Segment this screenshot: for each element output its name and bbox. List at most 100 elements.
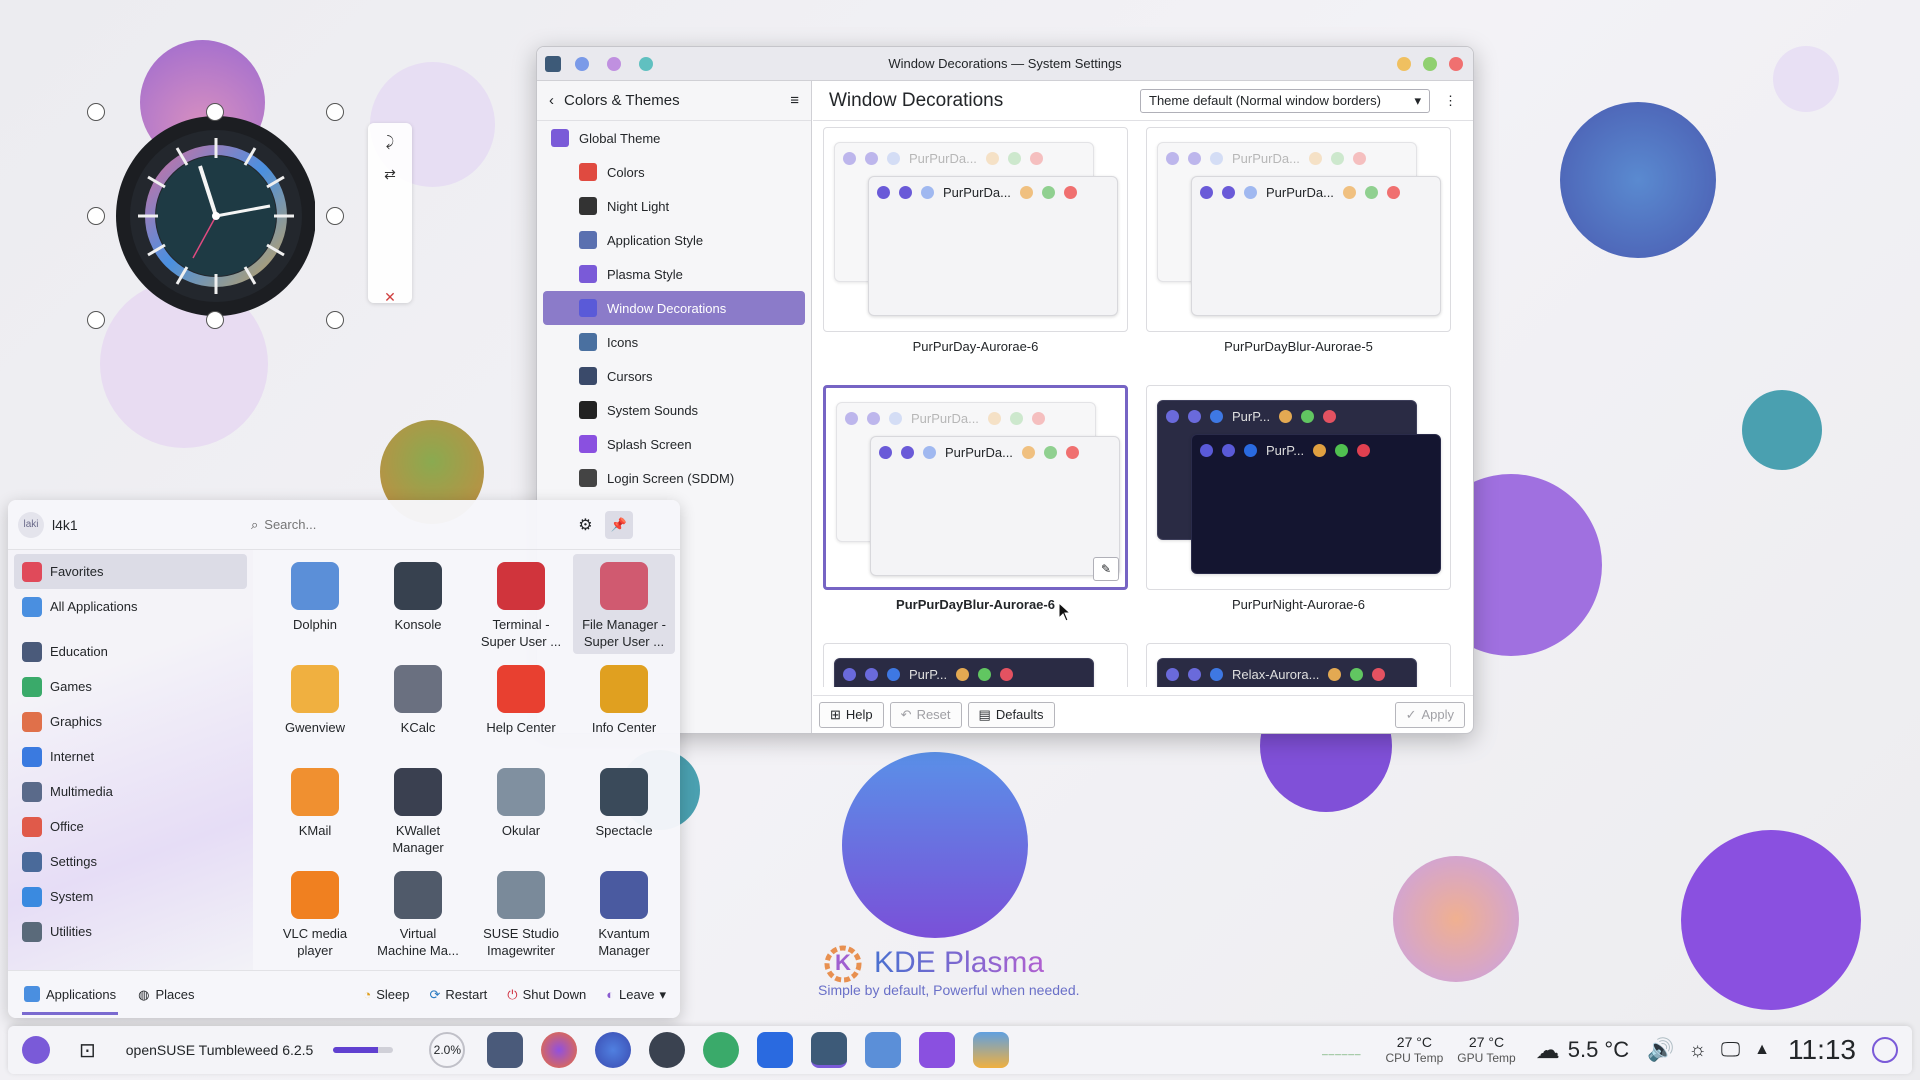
category-office[interactable]: Office [14,809,247,844]
category-internet[interactable]: Internet [14,739,247,774]
decoration-card[interactable]: Relax-Aurora...Relax-Aurora... [1146,643,1451,687]
edit-icon[interactable]: ✎ [1093,557,1119,581]
configure-icon[interactable]: ⇄ [384,166,396,183]
more-options-icon[interactable]: ⋮ [1444,93,1457,109]
window-titlebar[interactable]: Window Decorations — System Settings [537,47,1473,81]
app-dolphin[interactable]: Dolphin [264,554,366,654]
hamburger-menu-icon[interactable]: ≡ [790,92,799,109]
sidebar-item-colors[interactable]: Colors [537,155,811,189]
resize-handle[interactable] [206,103,224,121]
shutdown-button[interactable]: ⏻ Shut Down [507,987,586,1003]
avatar[interactable]: laki [18,511,44,538]
sidebar-item-icons[interactable]: Icons [537,325,811,359]
decoration-card[interactable]: PurPurDa... PurPurDa... ✎ [823,385,1128,590]
system-settings-icon[interactable] [811,1032,848,1068]
tab-places[interactable]: ◍ Places [138,987,194,1003]
sidebar-item-plasma-style[interactable]: Plasma Style [537,257,811,291]
display-config-icon[interactable]: 🖵 [1721,1039,1740,1062]
cpu-temp-sensor[interactable]: 27 °C CPU Temp [1385,1034,1443,1066]
resize-handle[interactable] [326,311,344,329]
defaults-button[interactable]: ▤ Defaults [967,701,1055,728]
app-launcher-icon[interactable] [22,1036,50,1064]
app-help-center[interactable]: Help Center [470,657,572,757]
clock-time[interactable]: 11:13 [1788,1034,1856,1066]
sidebar-item-login-screen-sddm[interactable]: Login Screen (SDDM) [537,461,811,495]
border-size-select[interactable]: Theme default (Normal window borders) ▾ [1140,88,1430,113]
rotate-icon[interactable]: ⤸ [386,133,394,150]
sidebar-item-night-light[interactable]: Night Light [537,189,811,223]
tab-applications[interactable]: Applications [22,974,119,1015]
app-kcalc[interactable]: KCalc [367,657,469,757]
app-konsole[interactable]: Konsole [367,554,469,654]
remove-widget-icon[interactable]: ✕ [384,289,396,306]
sidebar-header[interactable]: ‹ Colors & Themes ≡ [537,81,811,121]
steam-icon[interactable] [649,1032,686,1068]
resize-handle[interactable] [87,207,105,225]
expand-tray-icon[interactable]: ▲ [1754,1041,1770,1059]
pin-icon[interactable]: 📌 [604,510,633,539]
sidebar-item-splash-screen[interactable]: Splash Screen [537,427,811,461]
brightness-icon[interactable]: ☼ [1689,1039,1707,1062]
app-virtual[interactable]: Virtual Machine Ma... [367,863,469,963]
reset-button[interactable]: ↶ Reset [889,701,962,728]
category-graphics[interactable]: Graphics [14,704,247,739]
weather-icon[interactable]: ☁ [1536,1036,1560,1065]
resize-handle[interactable] [87,311,105,329]
app-spectacle[interactable]: Spectacle [573,760,675,860]
minimize-icon[interactable] [1397,56,1411,71]
category-system[interactable]: System [14,879,247,914]
resize-handle[interactable] [326,207,344,225]
category-education[interactable]: Education [14,634,247,669]
category-multimedia[interactable]: Multimedia [14,774,247,809]
app-kmail[interactable]: KMail [264,760,366,860]
resize-handle[interactable] [326,103,344,121]
thunderbird-icon[interactable] [595,1032,632,1068]
app-vlc-media[interactable]: VLC media player [264,863,366,963]
cpu-load-monitor[interactable]: 2.0% [429,1032,466,1068]
app-terminal[interactable]: Terminal - Super User ... [470,554,572,654]
decoration-card[interactable]: PurP...PurP... [823,643,1128,687]
help-button[interactable]: ⊞ Help [819,701,884,728]
restart-button[interactable]: ⟳ Restart [429,987,487,1003]
app-file-manager[interactable]: File Manager - Super User ... [573,554,675,654]
app-okular[interactable]: Okular [470,760,572,860]
system-monitor-icon[interactable] [487,1032,524,1068]
resize-handle[interactable] [87,103,105,121]
category-favorites[interactable]: Favorites [14,554,247,589]
fedora-media-writer-icon[interactable] [919,1032,956,1068]
decoration-card[interactable]: PurPurDa... PurPurDa... [823,127,1128,332]
gpu-temp-sensor[interactable]: 27 °C GPU Temp [1457,1034,1515,1066]
apply-button[interactable]: ✓ Apply [1394,701,1465,728]
configure-icon[interactable]: ⚙ [578,515,592,535]
lutris-icon[interactable] [703,1032,740,1068]
category-utilities[interactable]: Utilities [14,914,247,949]
category-settings[interactable]: Settings [14,844,247,879]
peek-desktop-icon[interactable] [1872,1037,1898,1063]
maximize-icon[interactable] [1423,56,1437,71]
app-info-center[interactable]: Info Center [573,657,675,757]
dolphin-icon[interactable] [865,1032,902,1068]
firefox-icon[interactable] [541,1032,578,1068]
gwenview-icon[interactable] [973,1032,1010,1068]
sidebar-item-window-decorations[interactable]: Window Decorations [543,291,805,325]
back-icon[interactable]: ‹ [549,92,554,109]
decoration-card[interactable]: PurP...PurP... [1146,385,1451,590]
weather-value[interactable]: 5.5 °C [1568,1037,1629,1063]
leave-button[interactable]: ◐ Leave ▾ [606,987,666,1003]
discover-icon[interactable] [757,1032,794,1068]
decoration-card[interactable]: PurPurDa... PurPurDa... [1146,127,1451,332]
app-kwallet[interactable]: KWallet Manager [367,760,469,860]
analog-clock-widget[interactable] [95,108,316,328]
sidebar-item-cursors[interactable]: Cursors [537,359,811,393]
sleep-button[interactable]: ◔ Sleep [363,987,409,1002]
sidebar-item-system-sounds[interactable]: System Sounds [537,393,811,427]
search-input[interactable] [264,517,575,532]
resize-handle[interactable] [206,311,224,329]
close-icon[interactable] [1449,56,1463,71]
volume-icon[interactable]: 🔊 [1647,1037,1674,1063]
app-kvantum[interactable]: Kvantum Manager [573,863,675,963]
app-gwenview[interactable]: Gwenview [264,657,366,757]
category-games[interactable]: Games [14,669,247,704]
overview-icon[interactable]: ⊡ [79,1038,96,1063]
sidebar-item-application-style[interactable]: Application Style [537,223,811,257]
